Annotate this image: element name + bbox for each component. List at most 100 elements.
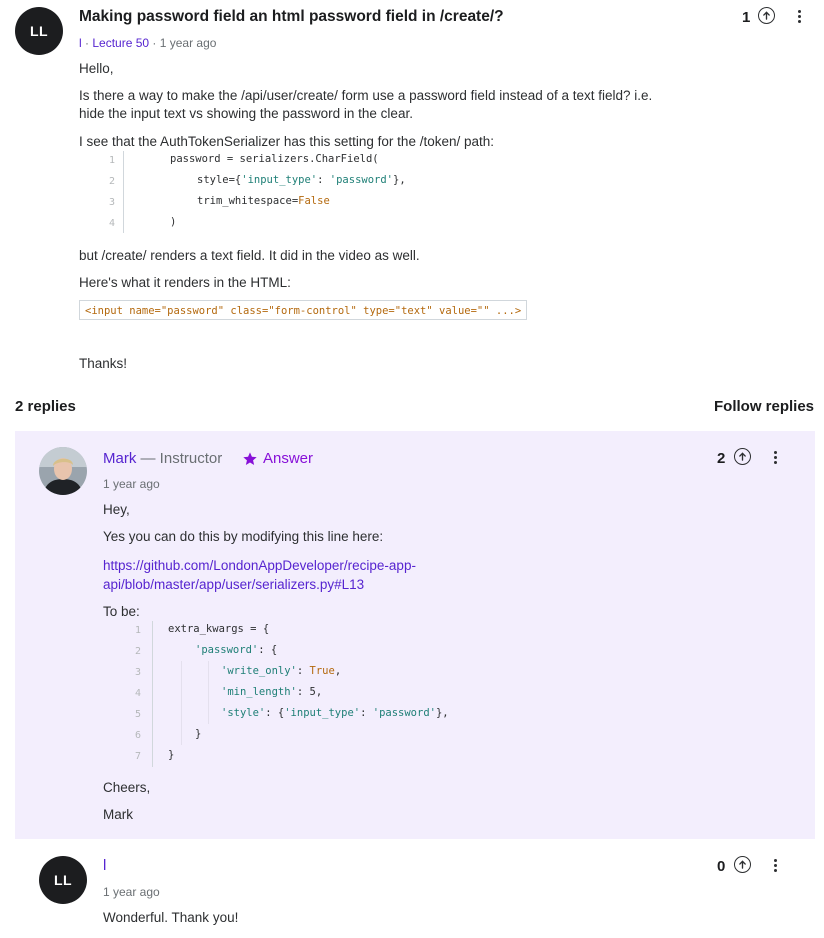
code-line: 'style': {'input_type': 'password'},: [221, 703, 449, 724]
code-text: :: [317, 174, 330, 186]
reply-code-block: 1 2 3 4 5 6 7 extra_kwargs = { 'password…: [103, 619, 703, 769]
code-string: 'input_type': [241, 174, 318, 186]
dot: [797, 20, 801, 23]
code-line: }: [195, 724, 201, 745]
question-greeting: Hello,: [79, 61, 114, 76]
code-text: :: [360, 707, 373, 719]
code-text: },: [435, 707, 449, 719]
avatar-initials: LL: [53, 872, 73, 888]
code-string: 'write_only': [221, 665, 297, 677]
code-gutter-divider: [123, 151, 124, 233]
question-code-block: 1 2 3 4 password = serializers.CharField…: [79, 149, 679, 235]
question-paragraph-3: but /create/ renders a text field. It di…: [79, 248, 420, 263]
code-string: 'password': [195, 644, 259, 656]
star-icon: [243, 451, 257, 465]
indent-guide: [208, 661, 209, 724]
reply2-text: Wonderful. Thank you!: [103, 910, 239, 925]
reply-author-role: — Instructor: [136, 450, 223, 467]
vertical-dots-icon: [773, 451, 777, 454]
question-vote-count: 1: [742, 9, 751, 26]
code-keyword: False: [298, 195, 330, 207]
question-paragraph-1a: Is there a way to make the /api/user/cre…: [79, 88, 653, 103]
github-link-line-2[interactable]: api/blob/master/app/user/serializers.py#…: [103, 575, 364, 594]
reply-author-line: Mark — Instructor: [103, 450, 222, 467]
code-string: 'password': [329, 174, 393, 186]
follow-replies-button[interactable]: Follow replies: [714, 398, 814, 415]
question-closing: Thanks!: [79, 356, 128, 371]
reply-intro: Yes you can do this by modifying this li…: [103, 529, 384, 544]
code-text: }: [195, 728, 202, 740]
code-text: }: [168, 749, 175, 761]
dot: [773, 456, 777, 459]
reply2-age: 1 year ago: [103, 885, 160, 899]
code-keyword: True: [309, 665, 335, 677]
answer-label: Answer: [263, 450, 314, 467]
reply-vote-count: 2: [717, 450, 726, 467]
vertical-dots-icon: [773, 859, 777, 862]
reply2-author-avatar[interactable]: LL: [39, 856, 87, 904]
replies-count: 2 replies: [15, 398, 76, 415]
dot: [773, 461, 777, 464]
reply2-author-name[interactable]: l: [103, 857, 106, 874]
github-link-line-1[interactable]: https://github.com/LondonAppDeveloper/re…: [103, 556, 416, 575]
code-text: : 5,: [296, 686, 323, 698]
code-line: extra_kwargs = {: [168, 619, 269, 640]
code-text: trim_whitespace=: [197, 195, 299, 207]
arrow-up-icon: [739, 452, 746, 461]
vertical-dots-icon: [797, 10, 801, 13]
code-line: ): [170, 212, 176, 233]
code-text: style={: [197, 174, 242, 186]
code-line: 'min_length': 5,: [221, 682, 322, 703]
line-number: 4: [134, 688, 141, 699]
line-number: 3: [134, 667, 141, 678]
code-string: 'min_length': [221, 686, 297, 698]
question-author-avatar[interactable]: LL: [15, 7, 63, 55]
question-more-options-button[interactable]: [797, 10, 801, 23]
line-number: 1: [108, 155, 115, 166]
reply-signoff: Mark: [103, 807, 133, 822]
question-age: 1 year ago: [159, 36, 217, 50]
code-text: : {: [265, 707, 285, 719]
indent-guide: [181, 661, 182, 745]
code-text: ): [170, 216, 177, 228]
dot: [773, 869, 777, 872]
meta-separator: ·: [81, 36, 93, 50]
dot: [773, 864, 777, 867]
reply2-upvote-button[interactable]: [734, 856, 751, 873]
line-number: 2: [134, 646, 141, 657]
question-paragraph-4: Here's what it renders in the HTML:: [79, 275, 291, 290]
question-title[interactable]: Making password field an html password f…: [79, 8, 504, 26]
question-upvote-button[interactable]: [758, 7, 775, 24]
arrow-up-icon: [739, 860, 746, 869]
reply-cheers: Cheers,: [103, 780, 151, 795]
code-string: 'password': [372, 707, 436, 719]
code-line: }: [168, 745, 174, 766]
line-number: 6: [134, 730, 141, 741]
line-number: 2: [108, 176, 115, 187]
code-line: trim_whitespace=False: [197, 191, 330, 212]
code-line: 'password': {: [195, 640, 277, 661]
reply-upvote-button[interactable]: [734, 448, 751, 465]
reply-more-options-button[interactable]: [773, 451, 777, 464]
line-number: 4: [108, 218, 115, 229]
question-inline-code: <input name="password" class="form-contr…: [79, 300, 528, 320]
line-number: 7: [134, 751, 141, 762]
code-text: : {: [258, 644, 278, 656]
reply-author-name[interactable]: Mark: [103, 450, 136, 467]
code-text: },: [393, 174, 406, 186]
reply-age: 1 year ago: [103, 477, 160, 491]
code-text: :: [296, 665, 310, 677]
dot: [797, 15, 801, 18]
code-text: extra_kwargs = {: [168, 623, 270, 635]
code-text: ,: [334, 665, 342, 677]
code-string: 'input_type': [284, 707, 361, 719]
reply2-more-options-button[interactable]: [773, 859, 777, 872]
code-gutter-divider: [152, 621, 153, 767]
reply2-vote-count: 0: [717, 858, 726, 875]
instructor-avatar[interactable]: [39, 447, 87, 495]
code-string: 'style': [221, 707, 266, 719]
code-line: password = serializers.CharField(: [170, 149, 379, 170]
question-lecture-link[interactable]: Lecture 50: [92, 36, 149, 50]
meta-separator: ·: [149, 36, 160, 50]
code-line: 'write_only': True,: [221, 661, 341, 682]
